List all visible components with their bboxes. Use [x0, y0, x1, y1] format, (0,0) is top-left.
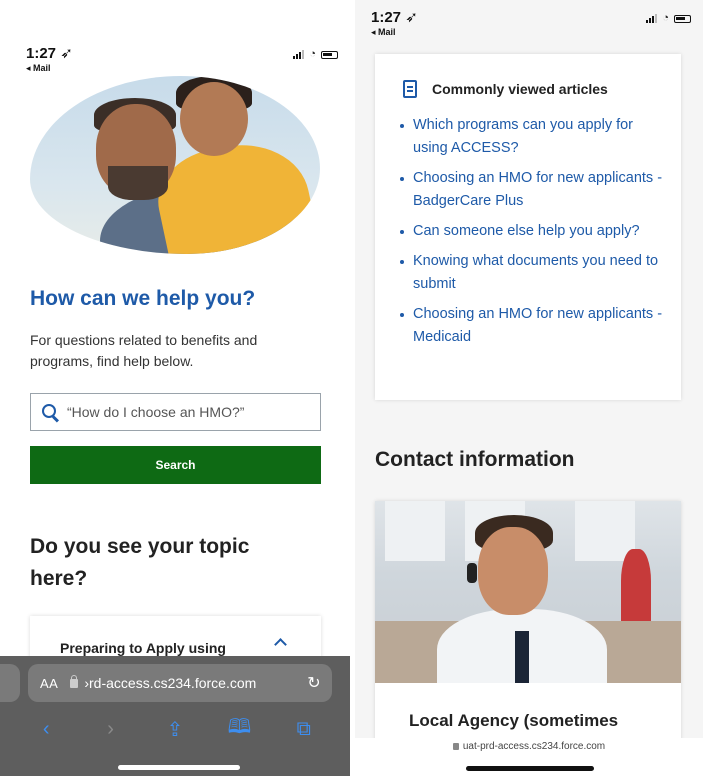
- document-icon: [403, 80, 417, 98]
- reader-aa-button[interactable]: AA: [40, 676, 58, 691]
- battery-icon: [674, 14, 691, 23]
- battery-icon: [321, 50, 338, 59]
- address-bar[interactable]: AA ›rd-access.cs234.force.com ↻: [28, 664, 332, 702]
- article-link[interactable]: Which programs can you apply for using A…: [399, 114, 669, 160]
- local-agency-title: Local Agency (sometimes: [409, 711, 619, 730]
- wifi-icon: ◔: [662, 12, 669, 24]
- help-subtitle: For questions related to benefits and pr…: [30, 332, 258, 369]
- address-bar[interactable]: uat-prd-access.cs234.force.com: [355, 741, 703, 752]
- status-bar: 1:27 ➶ ◂ Mail ◔: [26, 44, 338, 74]
- system-icons: ◔: [293, 48, 338, 60]
- previous-tab-edge[interactable]: [0, 664, 20, 702]
- lock-icon: [452, 743, 459, 750]
- lock-icon: [70, 674, 79, 688]
- articles-heading: Commonly viewed articles: [432, 81, 608, 97]
- commonly-viewed-articles-card: Commonly viewed articles Which programs …: [375, 54, 681, 400]
- chevron-up-icon[interactable]: [274, 638, 287, 651]
- home-indicator: [118, 765, 240, 770]
- reload-icon[interactable]: ↻: [304, 673, 324, 693]
- back-to-mail-link[interactable]: ◂ Mail: [26, 63, 73, 74]
- article-list: Which programs can you apply for using A…: [399, 114, 669, 356]
- url-text[interactable]: uat-prd-access.cs234.force.com: [463, 741, 605, 752]
- status-time: 1:27 ➶: [371, 9, 418, 26]
- help-heading: How can we help you?: [30, 287, 256, 310]
- url-text[interactable]: ›rd-access.cs234.force.com: [84, 675, 304, 691]
- right-phone-screen: 1:27 ➶ ◂ Mail ◔ Commonly viewed articles…: [355, 0, 703, 776]
- article-link[interactable]: Choosing an HMO for new applicants - Med…: [399, 303, 669, 349]
- call-center-agent-photo: [375, 501, 681, 683]
- search-input[interactable]: [67, 404, 297, 420]
- home-indicator: [466, 766, 594, 771]
- accordion-label: Preparing to Apply using: [60, 640, 226, 656]
- status-bar: 1:27 ➶ ◂ Mail ◔: [371, 8, 691, 38]
- search-field[interactable]: [30, 393, 321, 431]
- safari-bottom-bar: AA ›rd-access.cs234.force.com ↻ ‹ › ⇪ 🕮 …: [0, 656, 350, 776]
- search-icon: [41, 403, 59, 421]
- hero-image-father-and-son: [30, 76, 320, 254]
- safari-compact-bar: uat-prd-access.cs234.force.com: [355, 738, 703, 776]
- topic-heading: Do you see your topic here?: [30, 535, 250, 590]
- back-to-mail-link[interactable]: ◂ Mail: [371, 27, 418, 38]
- article-link[interactable]: Can someone else help you apply?: [399, 220, 669, 243]
- article-link[interactable]: Choosing an HMO for new applicants - Bad…: [399, 167, 669, 213]
- back-icon[interactable]: ‹: [26, 718, 66, 741]
- share-icon[interactable]: ⇪: [155, 717, 195, 742]
- search-button[interactable]: Search: [30, 446, 321, 484]
- left-phone-screen: 1:27 ➶ ◂ Mail ◔ How can we help you? For…: [0, 0, 350, 776]
- system-icons: ◔: [646, 12, 691, 24]
- signal-icon: [293, 50, 305, 59]
- bookmarks-icon[interactable]: 🕮: [219, 712, 259, 746]
- local-agency-card: Local Agency (sometimes: [375, 501, 681, 761]
- browser-toolbar: ‹ › ⇪ 🕮 ⧉: [0, 712, 350, 746]
- tabs-icon[interactable]: ⧉: [284, 718, 324, 741]
- article-link[interactable]: Knowing what documents you need to submi…: [399, 250, 669, 296]
- status-time: 1:27 ➶: [26, 45, 73, 62]
- wifi-icon: ◔: [309, 48, 316, 60]
- signal-icon: [646, 14, 658, 23]
- contact-heading: Contact information: [375, 448, 575, 471]
- forward-icon[interactable]: ›: [91, 718, 131, 741]
